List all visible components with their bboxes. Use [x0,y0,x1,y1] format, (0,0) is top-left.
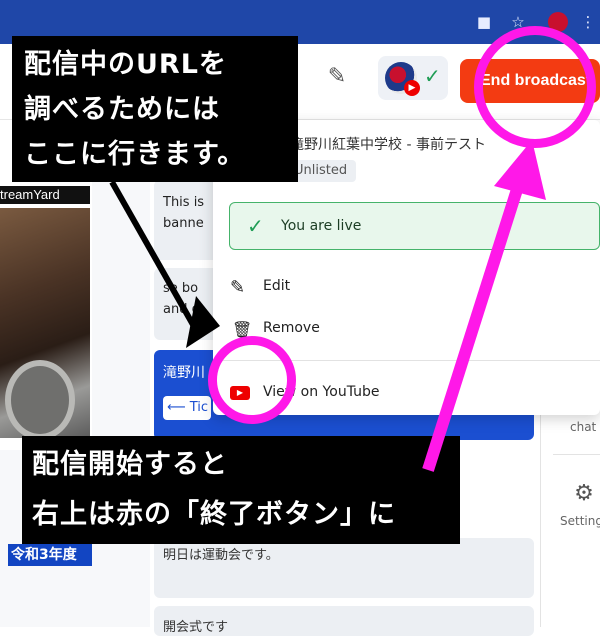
magenta-arrow-line [422,178,526,472]
black-arrow-line [109,180,199,332]
annotation-arrows [109,140,546,472]
magenta-arrow-head [494,140,546,200]
black-arrow-head [186,296,220,348]
